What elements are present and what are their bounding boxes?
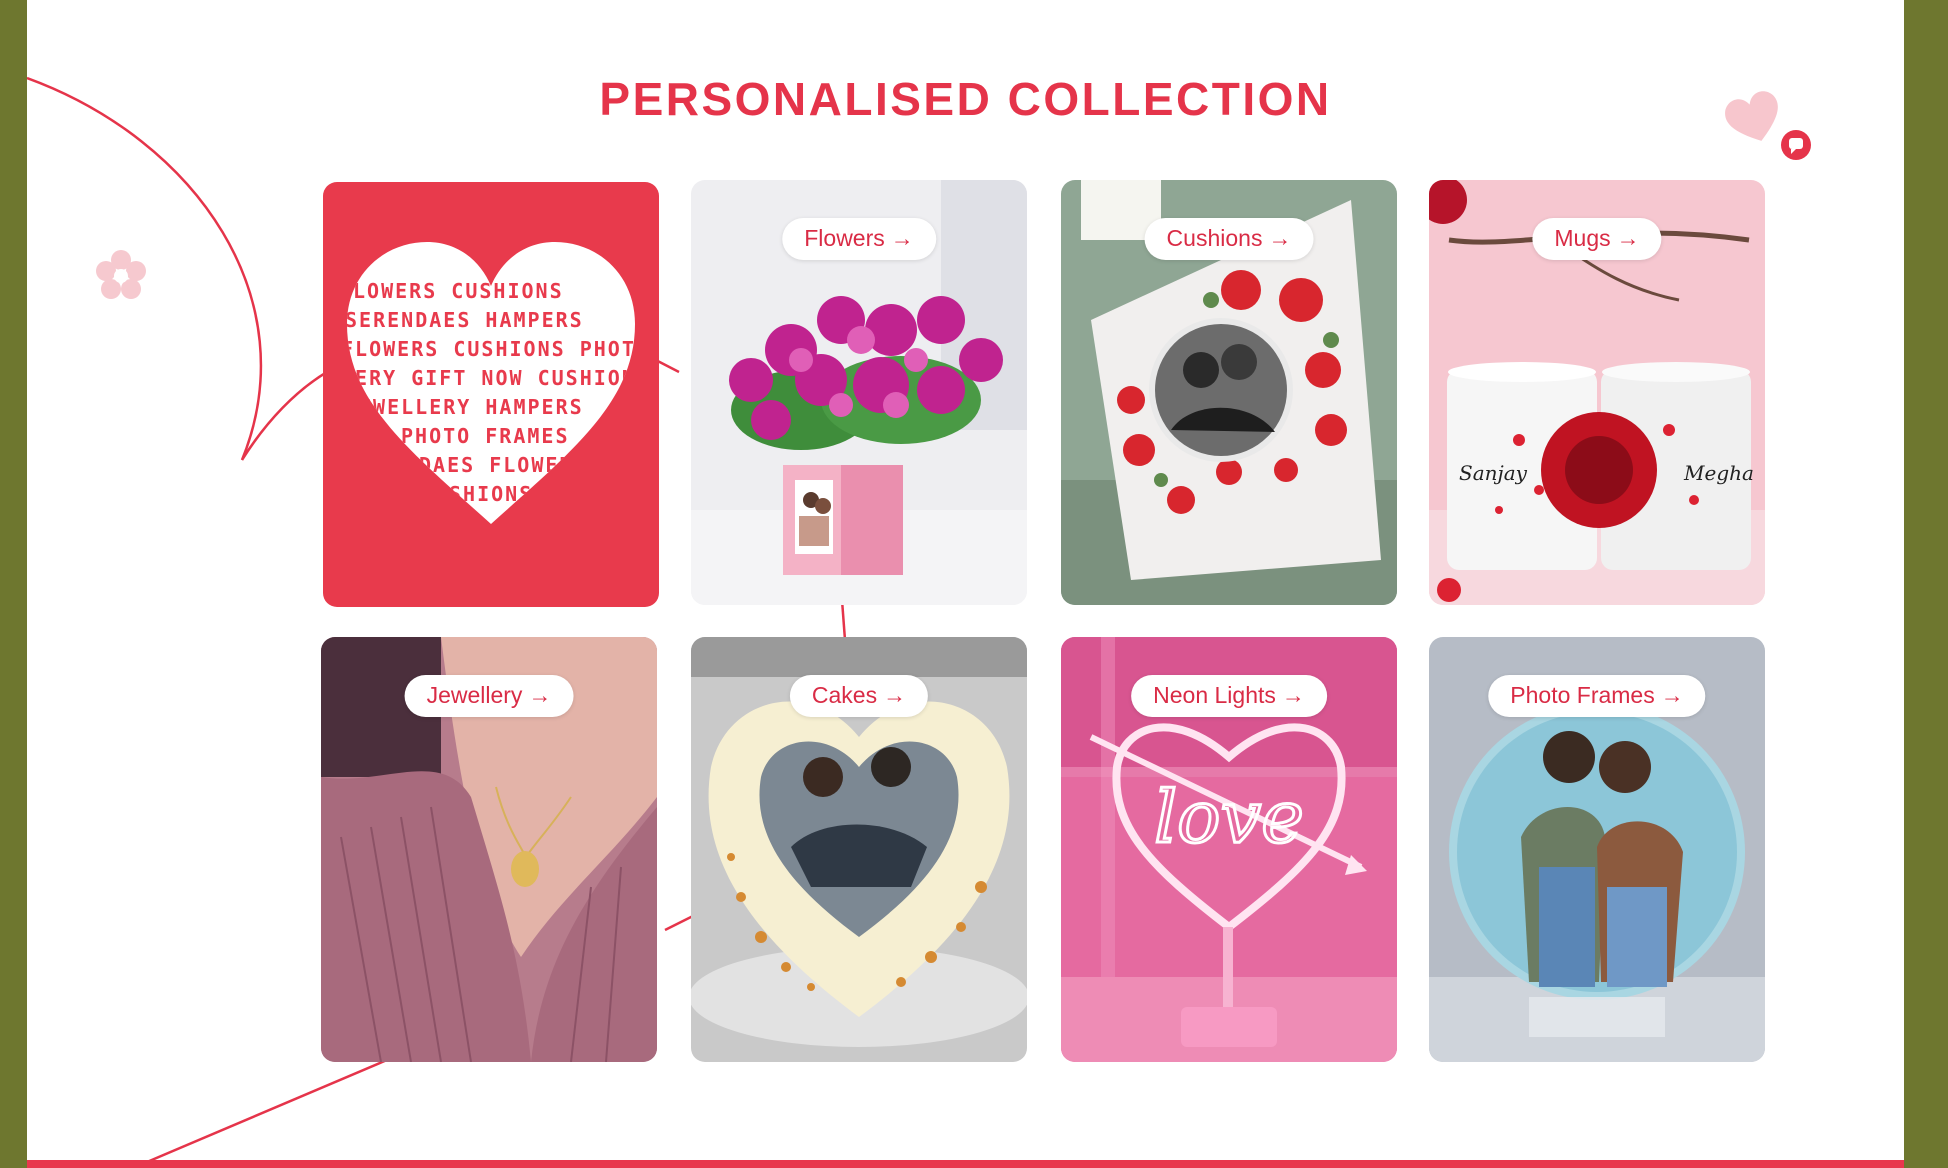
bottom-accent-bar <box>27 1160 1904 1168</box>
tile-neon-lights[interactable]: love Neon Lights → <box>1061 637 1397 1062</box>
mug-name-left: Sanjay <box>1459 461 1528 485</box>
tile-mugs[interactable]: Sanjay Megha Mugs → <box>1429 180 1765 605</box>
section-title: PERSONALISED COLLECTION <box>599 73 1332 125</box>
mug-name-right: Megha <box>1683 461 1754 485</box>
heart-word-line: FLOWERS CUSHIONS PHOTO <box>341 337 650 361</box>
flower-icon <box>96 250 146 299</box>
heart-word-line: DAES FLOWERS <box>419 453 588 477</box>
tile-label-pill[interactable]: Cakes → <box>789 675 929 717</box>
tile-label: Mugs <box>1554 225 1611 251</box>
tile-label-pill[interactable]: Photo Frames → <box>1488 675 1706 717</box>
arrow-right-icon: → <box>1268 225 1292 251</box>
arrow-right-icon: → <box>1660 682 1684 708</box>
arrow-right-icon: → <box>890 225 914 251</box>
chat-bubble-icon <box>1781 130 1811 160</box>
tile-label: Photo Frames <box>1510 682 1655 708</box>
arrow-right-icon: → <box>1281 682 1305 708</box>
neon-love-text: love <box>1154 775 1304 859</box>
tile-label: Cushions <box>1166 225 1263 251</box>
tile-photo-frames[interactable]: Photo Frames → <box>1429 637 1765 1062</box>
tile-label-pill[interactable]: Mugs → <box>1532 218 1662 260</box>
arrow-right-icon: → <box>528 682 552 708</box>
tile-label: Flowers <box>804 225 885 251</box>
tile-label-pill[interactable]: Flowers → <box>782 218 936 260</box>
tile-label: Cakes <box>811 682 878 708</box>
heart-word-line: LERY GIFT NOW CUSHIONS <box>341 366 650 390</box>
heart-word-line: SHIONS <box>449 482 533 506</box>
arrow-right-icon: → <box>1616 225 1640 251</box>
tile-cushions[interactable]: Cushions → <box>1061 180 1397 605</box>
tile-flowers[interactable]: Flowers → <box>691 180 1027 605</box>
tile-jewellery[interactable]: Jewellery → <box>321 637 657 1062</box>
heart-word-line: PHOTO FRAMES <box>401 424 570 448</box>
heart-word-line: EWELLERY HAMPERS <box>359 395 584 419</box>
tile-gift-now[interactable]: LOWERS CUSHIONS SERENDAES HAMPERS FLOWER… <box>323 182 659 607</box>
tile-label-pill[interactable]: Neon Lights → <box>1131 675 1327 717</box>
arrow-right-icon: → <box>883 682 907 708</box>
tile-label: Neon Lights <box>1153 682 1276 708</box>
heart-word-line: LOWERS CUSHIONS <box>353 279 564 303</box>
personalised-collection-section: PERSONALISED COLLECTION LOWERS CUSHIONS … <box>27 0 1904 1162</box>
tile-cakes[interactable]: Cakes → <box>691 637 1027 1062</box>
heart-word-line: SERENDAES HAMPERS <box>345 308 584 332</box>
heart-word-graphic: LOWERS CUSHIONS SERENDAES HAMPERS FLOWER… <box>341 242 650 524</box>
tile-label-pill[interactable]: Jewellery → <box>404 675 574 717</box>
tile-label-pill[interactable]: Cushions → <box>1144 218 1314 260</box>
tile-label: Jewellery <box>426 682 523 708</box>
